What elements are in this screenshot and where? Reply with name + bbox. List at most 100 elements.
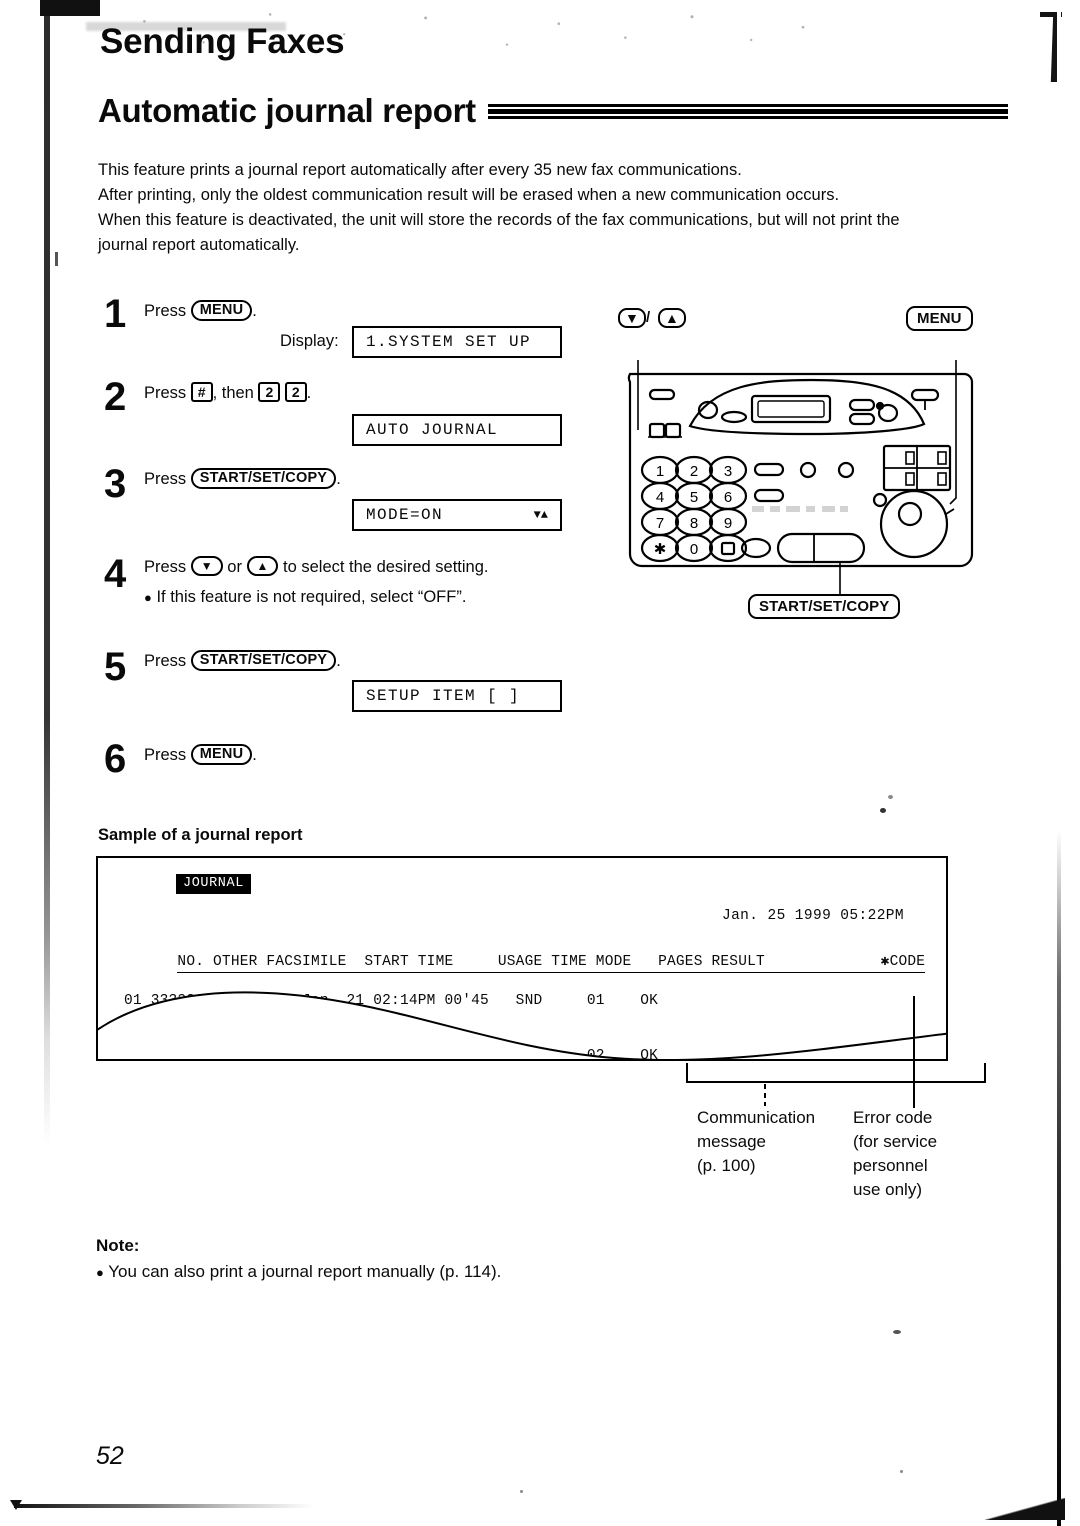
up-arrow-callout: ▲	[658, 308, 686, 328]
press-word: Press	[144, 470, 187, 488]
scan-dust-speck	[888, 795, 893, 799]
intro-line-2: After printing, only the oldest communic…	[98, 186, 840, 204]
down-arrow-glyph: ▼	[625, 310, 639, 326]
communication-message-callout: Communication message (p. 100)	[697, 1106, 815, 1178]
bullet-dot: ●	[144, 590, 152, 605]
scan-right-edge-artifact	[1057, 0, 1061, 1526]
error-code-callout-line-2: (for service	[853, 1132, 938, 1151]
scan-left-binding-artifact	[44, 0, 50, 1300]
period: .	[306, 384, 312, 402]
step-4-tail: to select the desired setting.	[283, 558, 489, 576]
scan-corner-artifact	[40, 0, 100, 16]
lcd-text: SETUP ITEM [ ]	[366, 687, 521, 705]
communication-leader-vertical	[686, 1063, 688, 1083]
up-arrow-key[interactable]: ▲	[246, 556, 279, 576]
bullet-dot: ●	[96, 1265, 104, 1280]
svg-text:9: 9	[724, 515, 732, 532]
communication-dashed-leader	[764, 1084, 766, 1106]
step-3-instruction: Press START/SET/COPY.	[144, 468, 341, 490]
error-code-callout-line-4: use only)	[853, 1180, 922, 1199]
svg-text:8: 8	[690, 515, 698, 532]
press-word: Press	[144, 384, 187, 402]
step-5-number: 5	[104, 645, 127, 689]
communication-callout-line-3: (p. 100)	[697, 1156, 756, 1175]
digit-key-2b[interactable]: 2	[284, 382, 307, 402]
sample-caption: Sample of a journal report	[98, 826, 303, 844]
manual-page: Sending Faxes Automatic journal report T…	[0, 0, 1080, 1526]
intro-line-3: When this feature is deactivated, the un…	[98, 211, 900, 229]
digit-key-2a[interactable]: 2	[258, 382, 281, 402]
start-set-copy-key[interactable]: START/SET/COPY	[190, 468, 337, 489]
error-code-callout: Error code (for service personnel use on…	[853, 1106, 937, 1202]
hash-key[interactable]: #	[190, 382, 213, 402]
error-code-leader	[913, 996, 915, 1108]
lcd-arrows: ▼▲	[533, 508, 548, 522]
down-arrow-key[interactable]: ▼	[190, 556, 223, 576]
svg-text:5: 5	[690, 489, 698, 506]
step-6-instruction: Press MENU.	[144, 744, 257, 766]
menu-key[interactable]: MENU	[190, 744, 253, 765]
step-2-number: 2	[104, 375, 127, 419]
journal-header-row: NO. OTHER FACSIMILE START TIME USAGE TIM…	[177, 953, 926, 973]
scan-dust-speck	[880, 808, 886, 813]
period: .	[336, 652, 341, 670]
up-arrow-glyph: ▲	[665, 310, 679, 326]
svg-text:1: 1	[656, 463, 664, 480]
period: .	[252, 746, 257, 764]
callout-separator: /	[646, 309, 651, 326]
svg-text:2: 2	[690, 463, 698, 480]
step-3-number: 3	[104, 462, 127, 506]
intro-line-1: This feature prints a journal report aut…	[98, 161, 742, 179]
menu-callout: MENU	[906, 306, 973, 331]
lcd-text: MODE=ON	[366, 506, 444, 524]
press-word: Press	[144, 746, 187, 764]
scan-bottom-line-artifact	[14, 1504, 314, 1508]
scan-dust-speck	[900, 1470, 903, 1473]
step-4-bullet-text: If this feature is not required, select …	[156, 588, 467, 606]
lcd-display-3: MODE=ON ▼▲	[352, 499, 562, 531]
heading-rule	[487, 100, 1008, 122]
press-word: Press	[144, 302, 187, 320]
period: .	[252, 302, 257, 320]
start-set-copy-key[interactable]: START/SET/COPY	[190, 650, 337, 671]
then-word: , then	[212, 384, 254, 402]
error-code-callout-line-1: Error code	[853, 1108, 933, 1127]
step-4-bullet: ● If this feature is not required, selec…	[144, 588, 466, 607]
note-bullet: ● You can also print a journal report ma…	[96, 1262, 501, 1282]
chapter-heading: Sending Faxes	[100, 22, 345, 61]
scan-dust-speck	[520, 1490, 523, 1493]
fax-machine-illustration: 123 456 789 ✱ 0 ▼ / ▲ MENU START/SET/COP…	[612, 306, 1012, 619]
step-2-instruction: Press #, then 2 2.	[144, 382, 311, 404]
svg-text:0: 0	[690, 541, 698, 558]
svg-text:3: 3	[724, 463, 732, 480]
section-heading: Automatic journal report	[98, 92, 1008, 130]
down-arrow-callout: ▼	[618, 308, 646, 328]
svg-text:6: 6	[724, 489, 732, 506]
journal-date: Jan. 25 1999 05:22PM	[721, 908, 904, 924]
journal-badge: JOURNAL	[176, 874, 251, 894]
menu-key[interactable]: MENU	[190, 300, 253, 321]
section-title: Automatic journal report	[98, 92, 476, 129]
period: .	[336, 470, 341, 488]
or-word: or	[227, 558, 242, 576]
lcd-display-1: 1.SYSTEM SET UP	[352, 326, 562, 358]
communication-leader-horizontal	[686, 1081, 986, 1083]
press-word: Press	[144, 652, 187, 670]
error-code-callout-line-3: personnel	[853, 1156, 928, 1175]
step-1-instruction: Press MENU.	[144, 300, 257, 322]
step-5-instruction: Press START/SET/COPY.	[144, 650, 341, 672]
page-number: 52	[96, 1442, 124, 1470]
note-bullet-text: You can also print a journal report manu…	[108, 1262, 502, 1281]
scan-dust-speck	[893, 1330, 901, 1334]
step-4-number: 4	[104, 552, 127, 596]
intro-line-4: journal report automatically.	[98, 236, 300, 254]
communication-callout-line-1: Communication	[697, 1108, 816, 1127]
step-6-number: 6	[104, 737, 127, 781]
display-label: Display:	[280, 332, 339, 350]
lcd-display-5: SETUP ITEM [ ]	[352, 680, 562, 712]
svg-text:✱: ✱	[654, 541, 667, 558]
communication-bracket-right	[984, 1063, 986, 1083]
journal-report-sample: JOURNAL Jan. 25 1999 05:22PM NO. OTHER F…	[96, 856, 948, 1061]
scan-dust-speck	[55, 252, 58, 266]
lcd-text: AUTO JOURNAL	[366, 421, 499, 439]
